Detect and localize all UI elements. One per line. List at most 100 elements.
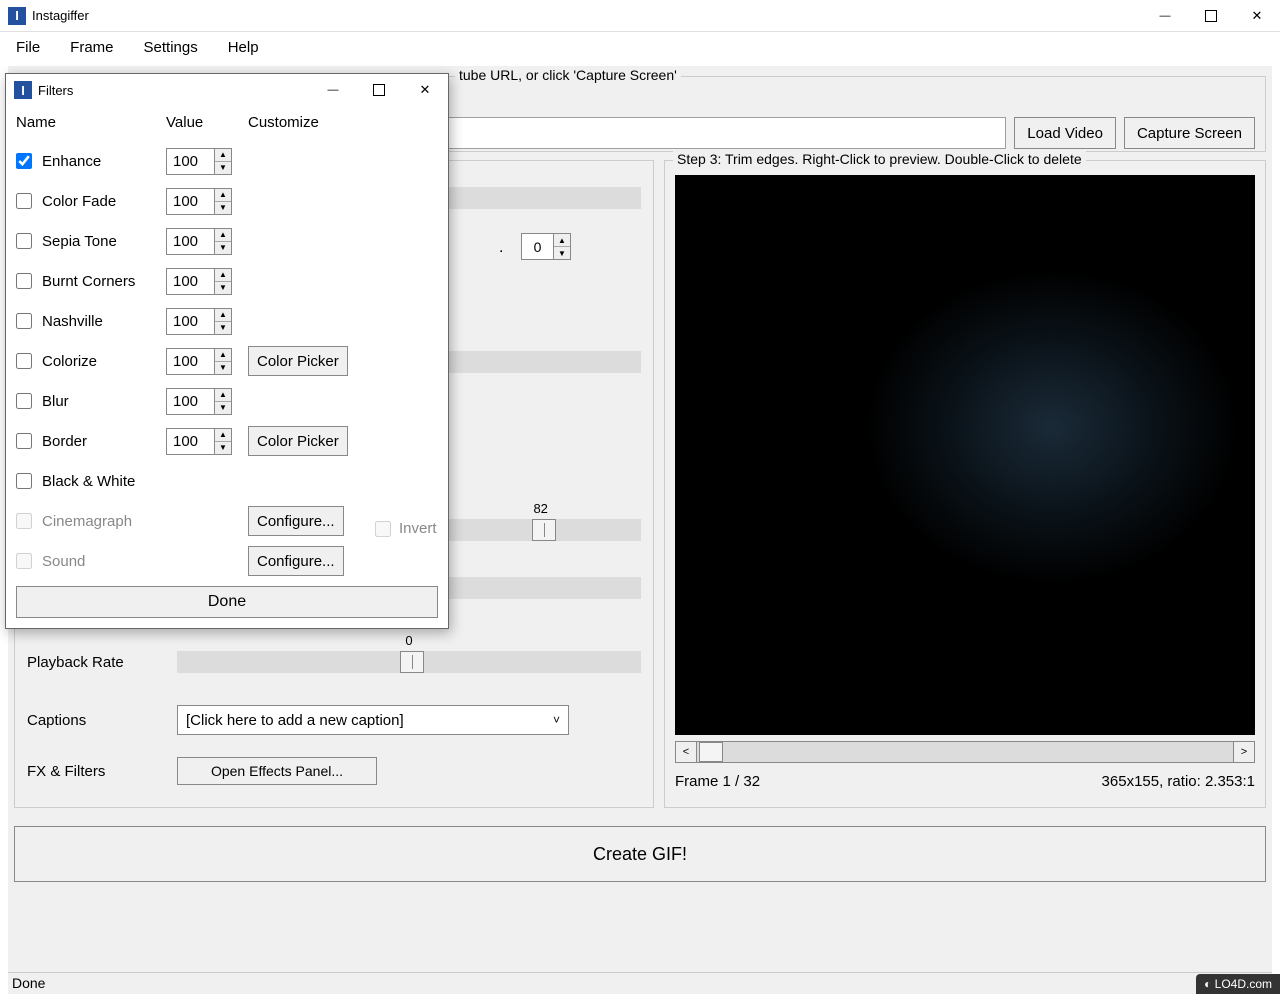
filters-minimize-button[interactable]	[310, 74, 356, 106]
ratio-info-label: 365x155, ratio: 2.353:1	[1102, 773, 1255, 790]
filter-customize-button[interactable]: Configure...	[248, 506, 344, 536]
filter-value-spinner: ▲▼	[166, 148, 234, 175]
filter-row-blur: Blur ▲▼	[16, 381, 438, 421]
filter-checkbox[interactable]	[16, 193, 32, 209]
filter-checkbox[interactable]	[16, 353, 32, 369]
filter-checkbox[interactable]	[16, 433, 32, 449]
time-spinner-down[interactable]: ▼	[554, 247, 570, 259]
preview-frame	[675, 175, 1255, 735]
step1-legend: tube URL, or click 'Capture Screen'	[455, 67, 681, 83]
filter-value-input[interactable]	[166, 348, 214, 375]
filter-value-down[interactable]: ▼	[215, 322, 231, 334]
menu-file[interactable]: File	[10, 37, 46, 58]
filter-checkbox[interactable]	[16, 473, 32, 489]
filter-checkbox[interactable]	[16, 153, 32, 169]
filter-value-input[interactable]	[166, 188, 214, 215]
filter-value-down[interactable]: ▼	[215, 162, 231, 174]
load-video-button[interactable]: Load Video	[1014, 117, 1116, 149]
filter-label: Sound	[42, 553, 166, 570]
filters-done-button[interactable]: Done	[16, 586, 438, 618]
filter-label: Cinemagraph	[42, 513, 166, 530]
captions-label: Captions	[27, 712, 177, 729]
filter-row-enhance: Enhance▲▼	[16, 141, 438, 181]
filter-value-input[interactable]	[166, 428, 214, 455]
maximize-button[interactable]	[1188, 0, 1234, 32]
close-button[interactable]	[1234, 0, 1280, 32]
filter-row-colorize: Colorize ▲▼ Color Picker	[16, 341, 438, 381]
filters-maximize-button[interactable]	[356, 74, 402, 106]
filter-value-input[interactable]	[166, 268, 214, 295]
capture-screen-button[interactable]: Capture Screen	[1124, 117, 1255, 149]
filter-row-border: Border▲▼Color Picker	[16, 421, 438, 461]
frame-scroll-track[interactable]	[697, 741, 1233, 763]
status-text: Done	[12, 975, 45, 991]
frame-scroll-left[interactable]: <	[675, 741, 697, 763]
filter-value-input[interactable]	[166, 388, 214, 415]
filter-value-down[interactable]: ▼	[215, 442, 231, 454]
app-icon: I	[8, 7, 26, 25]
filter-customize-button[interactable]: Color Picker	[248, 426, 348, 456]
filters-icon: I	[14, 81, 32, 99]
filters-titlebar: I Filters	[6, 74, 448, 106]
playback-rate-slider[interactable]: 0	[177, 651, 641, 673]
filter-value-up[interactable]: ▲	[215, 389, 231, 402]
menu-frame[interactable]: Frame	[64, 37, 119, 58]
filter-value-up[interactable]: ▲	[215, 229, 231, 242]
filter-value-down[interactable]: ▼	[215, 242, 231, 254]
preview-area[interactable]	[675, 175, 1255, 735]
window-controls	[1142, 0, 1280, 32]
frame-scroll-right[interactable]: >	[1233, 741, 1255, 763]
filter-value-spinner: ▲▼	[166, 268, 234, 295]
filter-label: Blur	[42, 393, 166, 410]
menu-settings[interactable]: Settings	[138, 37, 204, 58]
filter-value-up[interactable]: ▲	[215, 269, 231, 282]
captions-dropdown[interactable]: [Click here to add a new caption]	[177, 705, 569, 735]
open-effects-panel-button[interactable]: Open Effects Panel...	[177, 757, 377, 785]
create-gif-bar: Create GIF!	[14, 826, 1266, 882]
filter-value-up[interactable]: ▲	[215, 149, 231, 162]
filter-value-spinner: ▲▼	[166, 428, 234, 455]
filter-value-input[interactable]	[166, 228, 214, 255]
menu-help[interactable]: Help	[222, 37, 265, 58]
statusbar: Done	[8, 972, 1272, 994]
step3-legend: Step 3: Trim edges. Right-Click to previ…	[673, 151, 1086, 167]
filter-checkbox[interactable]	[16, 273, 32, 289]
filter-value-spinner: ▲▼	[166, 228, 234, 255]
filter-value-up[interactable]: ▲	[215, 309, 231, 322]
filter-customize-button[interactable]: Configure...	[248, 546, 344, 576]
col-header-value: Value	[166, 114, 248, 131]
filter-checkbox[interactable]	[16, 313, 32, 329]
filters-column-headers: Name Value Customize	[16, 114, 438, 131]
time-spinner-input[interactable]	[521, 233, 553, 260]
filter-value-up[interactable]: ▲	[215, 189, 231, 202]
playback-rate-label: Playback Rate	[27, 654, 177, 671]
filter-label: Color Fade	[42, 193, 166, 210]
filters-dialog: I Filters Name Value Customize Enhance▲▼…	[5, 73, 449, 629]
create-gif-button[interactable]: Create GIF!	[14, 826, 1266, 882]
filters-close-button[interactable]	[402, 74, 448, 106]
filter-label: Colorize	[42, 353, 166, 370]
filter-value-down[interactable]: ▼	[215, 402, 231, 414]
lo4d-watermark: ◐ LO4D.com	[1196, 974, 1280, 994]
filter-value-down[interactable]: ▼	[215, 282, 231, 294]
filter-label: Sepia Tone	[42, 233, 166, 250]
filter-value-down[interactable]: ▼	[215, 362, 231, 374]
filter-row-nashville: Nashville▲▼	[16, 301, 438, 341]
filter-value-up[interactable]: ▲	[215, 349, 231, 362]
filter-value-up[interactable]: ▲	[215, 429, 231, 442]
time-spinner[interactable]: ▲▼	[521, 233, 571, 260]
filter-value-input[interactable]	[166, 308, 214, 335]
filter-checkbox[interactable]	[16, 393, 32, 409]
filter-row-color-fade: Color Fade ▲▼	[16, 181, 438, 221]
filter-row-black-white: Black & White	[16, 461, 438, 501]
filter-checkbox[interactable]	[16, 233, 32, 249]
filter-value-down[interactable]: ▼	[215, 202, 231, 214]
filter-row-sound: Sound Configure...	[16, 541, 438, 581]
filter-label: Black & White	[42, 473, 166, 490]
filter-label: Border	[42, 433, 166, 450]
minimize-button[interactable]	[1142, 0, 1188, 32]
filter-value-input[interactable]	[166, 148, 214, 175]
frame-scroll-thumb[interactable]	[699, 742, 723, 762]
filter-customize-button[interactable]: Color Picker	[248, 346, 348, 376]
time-spinner-up[interactable]: ▲	[554, 234, 570, 247]
